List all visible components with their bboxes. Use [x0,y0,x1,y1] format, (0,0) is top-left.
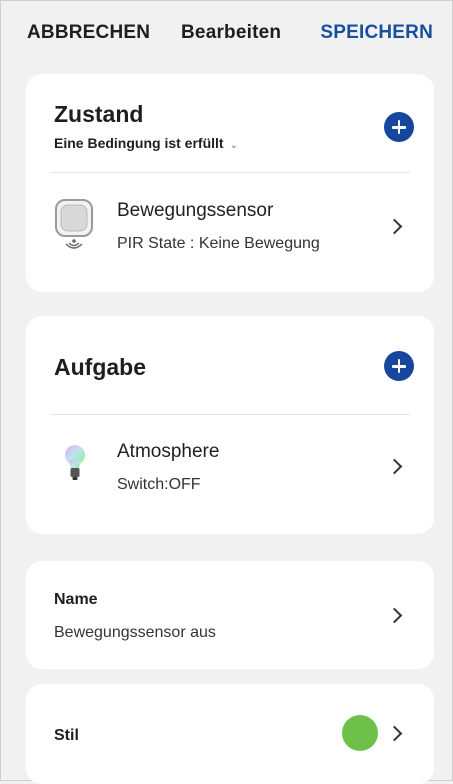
task-item-title: Atmosphere [117,441,220,462]
style-card[interactable]: Stil [26,684,434,784]
divider [50,414,410,415]
chevron-right-icon [386,218,403,235]
motion-sensor-icon [54,198,94,252]
style-label: Stil [54,727,79,744]
condition-card: Zustand Eine Bedingung ist erfüllt ⌄ Bewe… [26,74,434,292]
top-bar: ABBRECHEN Bearbeiten SPEICHERN [0,0,453,62]
chevron-right-icon [386,458,403,475]
task-title: Aufgabe [54,354,146,380]
chevron-right-icon [386,725,403,742]
save-button[interactable]: SPEICHERN [320,22,433,44]
task-item-row[interactable]: Atmosphere Switch:OFF [26,416,434,534]
divider [50,172,410,173]
name-label: Name [54,591,98,608]
name-card[interactable]: Name Bewegungssensor aus [26,561,434,669]
add-condition-button[interactable] [384,112,414,142]
chevron-down-icon: ⌄ [229,140,238,151]
condition-title: Zustand [54,101,144,127]
condition-mode-dropdown[interactable]: Eine Bedingung ist erfüllt ⌄ [54,135,238,151]
cancel-button[interactable]: ABBRECHEN [27,22,150,44]
condition-item-title: Bewegungssensor [117,200,274,221]
rgb-bulb-icon [64,444,86,484]
page-title: Bearbeiten [181,22,282,43]
task-card: Aufgabe Atmosphere Switch:OFF [26,316,434,534]
style-color-swatch [342,715,378,751]
chevron-right-icon [386,607,403,624]
add-task-button[interactable] [384,351,414,381]
condition-mode-label: Eine Bedingung ist erfüllt [54,135,224,151]
task-item-detail: Switch:OFF [117,476,201,493]
condition-item-detail: PIR State : Keine Bewegung [117,235,320,252]
name-value: Bewegungssensor aus [54,624,216,641]
condition-item-row[interactable]: Bewegungssensor PIR State : Keine Bewegu… [26,174,434,292]
